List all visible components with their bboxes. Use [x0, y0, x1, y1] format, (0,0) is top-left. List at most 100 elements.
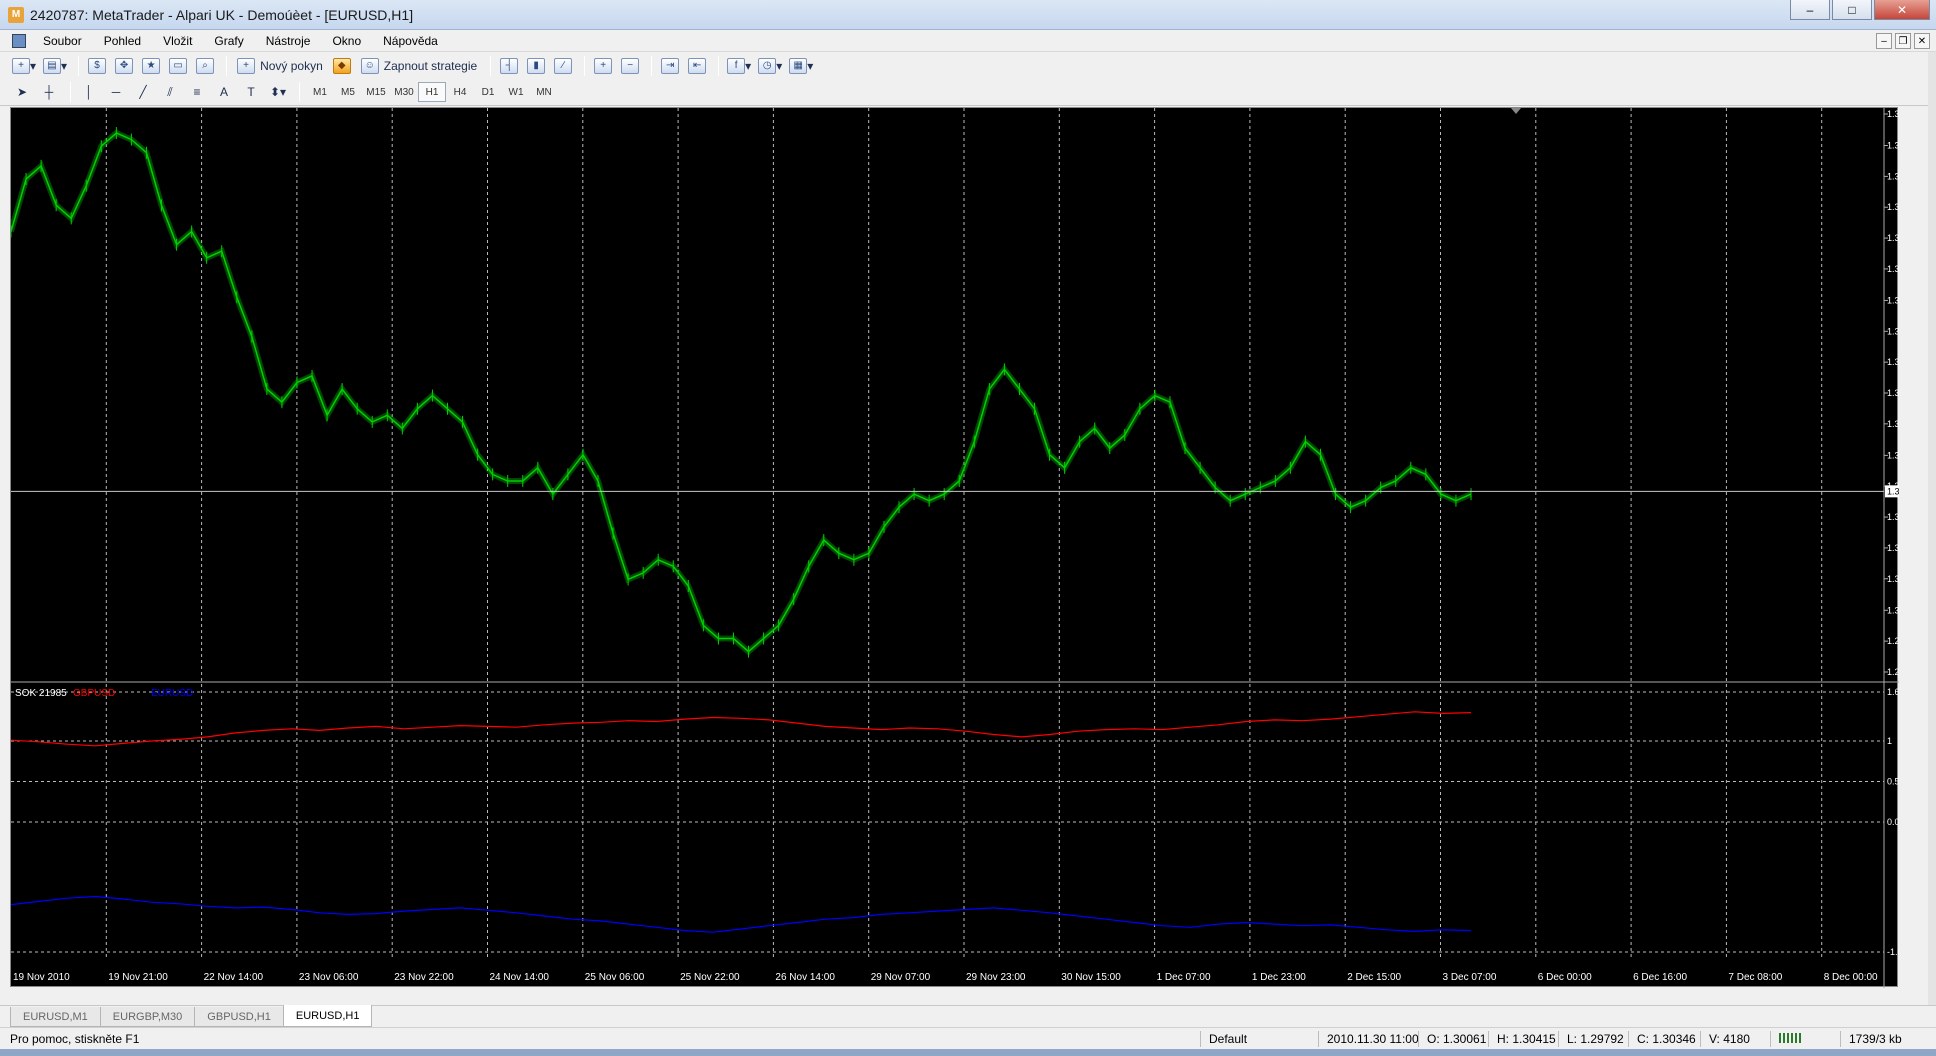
expert-advisor-icon: ☺	[360, 57, 379, 74]
zoom-in-icon: +	[594, 57, 613, 74]
bar-chart-button[interactable]: ┤	[497, 55, 521, 77]
menu-bar: Soubor Pohled Vložit Grafy Nástroje Okno…	[0, 30, 1936, 52]
new-chart-icon: +	[12, 57, 30, 74]
chart-tab[interactable]: GBPUSD,H1	[194, 1007, 284, 1027]
chart-tab[interactable]: EURUSD,M1	[10, 1007, 101, 1027]
market-watch-button[interactable]: $	[85, 55, 109, 77]
timeframe-h4[interactable]: H4	[446, 82, 474, 102]
minimize-button[interactable]: –	[1790, 0, 1830, 20]
mdi-close-button[interactable]: ✕	[1914, 33, 1930, 49]
indicators-button[interactable]: f ▾	[725, 55, 753, 77]
time-axis-label: 29 Nov 07:00	[871, 972, 931, 983]
zoom-out-button[interactable]: −	[618, 55, 642, 77]
cursor-icon: ➤	[16, 85, 28, 99]
templates-icon: ▦	[789, 57, 808, 74]
chart-shift-icon: ⇤	[688, 57, 707, 74]
price-scale-label: 1.35150	[1887, 295, 1899, 305]
mdi-restore-button[interactable]: ❐	[1895, 33, 1911, 49]
channel-icon: ⫽	[167, 84, 173, 99]
periods-button[interactable]: ◷ ▾	[756, 55, 784, 77]
line-chart-button[interactable]: ∕	[551, 55, 575, 77]
indicator-name: SOK 21985	[15, 688, 67, 699]
menu-soubor[interactable]: Soubor	[32, 30, 93, 52]
vertical-scrollbar[interactable]	[1928, 52, 1936, 1052]
chart-tab[interactable]: EURGBP,M30	[99, 1007, 196, 1027]
menu-okno[interactable]: Okno	[321, 30, 372, 52]
text-label-button[interactable]: T	[239, 81, 263, 103]
zoom-out-icon: −	[621, 57, 640, 74]
fibonacci-button[interactable]: ≡	[185, 81, 209, 103]
time-axis-label: 25 Nov 22:00	[680, 972, 740, 983]
current-price-label: 1.32242	[1887, 486, 1899, 496]
price-scale-label: 1.37990	[1887, 109, 1899, 119]
profile-name[interactable]: Default	[1200, 1031, 1247, 1047]
price-chart[interactable]: 19 Nov 2010 19 Nov 21:00 22 Nov 14:00 23 No…	[11, 108, 1899, 988]
timeframe-d1[interactable]: D1	[474, 82, 502, 102]
indicators-icon: f	[727, 57, 746, 74]
chart-shift-button[interactable]: ⇤	[685, 55, 709, 77]
time-axis-label: 7 Dec 08:00	[1728, 972, 1782, 983]
toolbar-separator	[226, 55, 228, 76]
time-axis-label: 6 Dec 00:00	[1538, 972, 1592, 983]
chart-tabs: EURUSD,M1 EURGBP,M30 GBPUSD,H1 EURUSD,H1	[0, 1005, 1936, 1027]
timeframe-m30[interactable]: M30	[390, 82, 418, 102]
navigator-icon: ★	[142, 57, 161, 74]
new-chart-button[interactable]: + ▾	[10, 55, 38, 77]
crosshair-icon: ┼	[44, 85, 54, 99]
maximize-button[interactable]: □	[1832, 0, 1872, 20]
crosshair-button[interactable]: ┼	[37, 81, 61, 103]
arrows-button[interactable]: ⬍▾	[266, 81, 290, 103]
time-axis-label: 6 Dec 16:00	[1633, 972, 1687, 983]
auto-scroll-button[interactable]: ⇥	[658, 55, 682, 77]
timeframe-mn[interactable]: MN	[530, 82, 558, 102]
time-axis-label: 1 Dec 23:00	[1252, 972, 1306, 983]
data-window-button[interactable]: ✥	[112, 55, 136, 77]
metatrader-app-icon[interactable]: M	[8, 6, 24, 23]
indicator-scale-label: 1	[1887, 736, 1892, 746]
candlestick-button[interactable]: ▮	[524, 55, 548, 77]
timeframe-h1[interactable]: H1	[418, 82, 446, 102]
chart-window[interactable]: 19 Nov 2010 19 Nov 21:00 22 Nov 14:00 23 No…	[10, 107, 1899, 988]
menu-pohled[interactable]: Pohled	[93, 30, 152, 52]
start-strategy-button[interactable]: ☺ Zapnout strategie	[357, 55, 481, 77]
zoom-in-button[interactable]: +	[591, 55, 615, 77]
timeframe-m5[interactable]: M5	[334, 82, 362, 102]
time-axis-label: 3 Dec 07:00	[1443, 972, 1497, 983]
profiles-button[interactable]: ▤ ▾	[41, 55, 69, 77]
close-button[interactable]: ✕	[1874, 0, 1930, 20]
time-axis-label: 26 Nov 14:00	[775, 972, 835, 983]
timeframe-w1[interactable]: W1	[502, 82, 530, 102]
menu-napoveda[interactable]: Nápověda	[372, 30, 449, 52]
window-controls: – □ ✕	[1790, 0, 1930, 20]
auto-scroll-icon: ⇥	[661, 57, 680, 74]
toolbar-separator	[70, 82, 71, 102]
timeframe-m1[interactable]: M1	[306, 82, 334, 102]
menu-grafy[interactable]: Grafy	[203, 30, 254, 52]
menu-nastroje[interactable]: Nástroje	[255, 30, 322, 52]
mdi-minimize-button[interactable]: –	[1876, 33, 1892, 49]
terminal-button[interactable]: ▭	[166, 55, 190, 77]
chart-tab-active[interactable]: EURUSD,H1	[282, 1005, 373, 1027]
toolbar-separator	[78, 55, 80, 76]
new-order-button[interactable]: + Nový pokyn	[233, 55, 327, 77]
tester-button[interactable]: ⌕	[193, 55, 217, 77]
time-axis-label: 25 Nov 06:00	[585, 972, 645, 983]
traffic-counter: 1739/3 kb	[1840, 1031, 1902, 1047]
cursor-button[interactable]: ➤	[10, 81, 34, 103]
equidistant-channel-button[interactable]: ⫽	[158, 81, 182, 103]
navigator-button[interactable]: ★	[139, 55, 163, 77]
trendline-button[interactable]: ╱	[131, 81, 155, 103]
time-axis-label: 2 Dec 15:00	[1347, 972, 1401, 983]
vertical-line-button[interactable]: │	[77, 81, 101, 103]
text-button[interactable]: A	[212, 81, 236, 103]
menu-vlozit[interactable]: Vložit	[152, 30, 203, 52]
indicator-series-label: EURUSD	[151, 688, 193, 699]
price-scale-label: 1.35630	[1887, 264, 1899, 274]
price-scale-label: 1.36570	[1887, 202, 1899, 212]
metaeditor-button[interactable]: ◆	[330, 55, 354, 77]
fibonacci-icon: ≡	[193, 85, 201, 99]
templates-button[interactable]: ▦ ▾	[787, 55, 815, 77]
document-icon[interactable]	[12, 33, 26, 48]
timeframe-m15[interactable]: M15	[362, 82, 390, 102]
horizontal-line-button[interactable]: ─	[104, 81, 128, 103]
